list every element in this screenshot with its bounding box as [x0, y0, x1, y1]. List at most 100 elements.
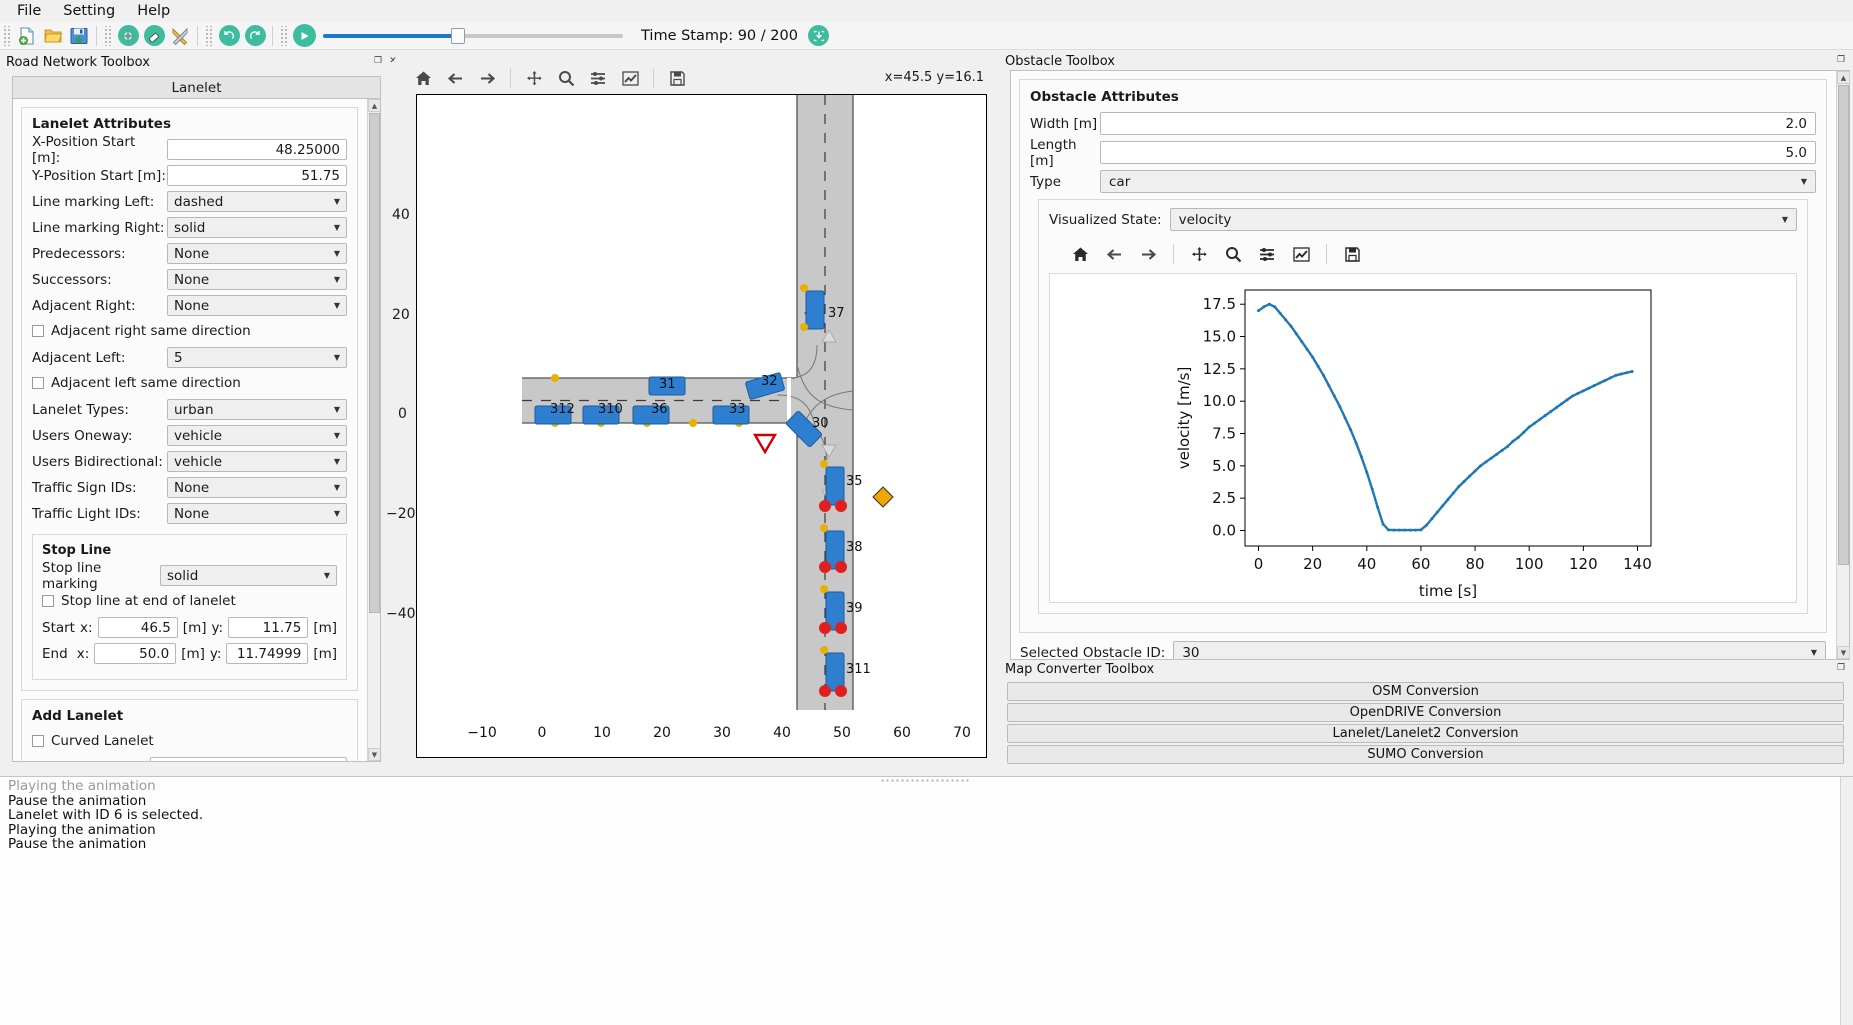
combo-selected-obstacle-id[interactable]: 30 ▼	[1173, 641, 1826, 659]
combo-predecessors[interactable]: None ▼	[167, 243, 347, 264]
console-line-0: Playing the animation	[8, 778, 156, 794]
checkbox-row-adjacent-right-same-direction[interactable]: Adjacent right same direction	[32, 321, 347, 341]
input-obstacle-length[interactable]: 5.0	[1100, 141, 1816, 164]
input-stop-line-end-x[interactable]: 50.0	[94, 643, 177, 664]
input-add-lanelet-length[interactable]: 10.0	[150, 757, 347, 761]
back-arrow-icon[interactable]	[1101, 241, 1127, 267]
scenario-map-svg[interactable]: 312 310 36 33 31 32 30 37 35 38 39 311 −…	[417, 95, 986, 757]
scroll-down-icon[interactable]: ▼	[368, 748, 380, 761]
scenario-map-canvas[interactable]: 312 310 36 33 31 32 30 37 35 38 39 311 −…	[416, 94, 987, 758]
toolbar-grip[interactable]	[3, 25, 11, 46]
checkbox-row-stop-line-at-end[interactable]: Stop line at end of lanelet	[42, 591, 337, 611]
undo-icon[interactable]	[216, 23, 242, 49]
zoom-magnifier-icon[interactable]	[553, 65, 579, 91]
scrollbar-thumb[interactable]	[1838, 85, 1849, 565]
new-file-icon[interactable]	[14, 23, 40, 49]
opendrive-conversion-button[interactable]: OpenDRIVE Conversion	[1007, 703, 1844, 722]
save-disk-icon[interactable]	[66, 23, 92, 49]
save-figure-icon[interactable]	[664, 65, 690, 91]
combo-stop-line-marking[interactable]: solid ▼	[160, 565, 337, 586]
left-panel-scrollbar[interactable]: ▲ ▼	[367, 99, 380, 761]
sumo-conversion-button[interactable]: SUMO Conversion	[1007, 745, 1844, 764]
scroll-up-icon[interactable]: ▲	[1837, 71, 1850, 84]
lanelet-conversion-button[interactable]: Lanelet/Lanelet2 Conversion	[1007, 724, 1844, 743]
redo-icon[interactable]	[242, 23, 268, 49]
combo-line-marking-right[interactable]: solid ▼	[167, 217, 347, 238]
left-dock-float-icon[interactable]: ❐	[372, 55, 384, 67]
map-converter-float-icon[interactable]: ❐	[1835, 662, 1847, 674]
input-stop-line-end-y[interactable]: 11.74999	[226, 643, 309, 664]
svg-text:38: 38	[846, 540, 863, 555]
scrollbar-thumb[interactable]	[369, 113, 380, 613]
timestamp-slider[interactable]	[323, 23, 623, 49]
toolbar-grip-4[interactable]	[280, 25, 288, 46]
input-y-position-start[interactable]: 51.75	[167, 165, 347, 186]
input-stop-line-start-x[interactable]: 46.5	[97, 617, 178, 638]
checkbox-curved-lanelet[interactable]	[32, 735, 44, 747]
forward-arrow-icon[interactable]	[474, 65, 500, 91]
checkbox-row-curved-lanelet[interactable]: Curved Lanelet	[32, 731, 347, 751]
input-stop-line-start-y[interactable]: 11.75	[228, 617, 309, 638]
combo-users-oneway[interactable]: vehicle ▼	[167, 425, 347, 446]
osm-conversion-button[interactable]: OSM Conversion	[1007, 682, 1844, 701]
toolbar-grip-2[interactable]	[104, 25, 112, 46]
combo-adjacent-right-value: None	[174, 297, 210, 314]
menu-bar: File Setting Help	[0, 0, 1853, 22]
pan-move-icon[interactable]	[1186, 241, 1212, 267]
configure-subplots-icon[interactable]	[585, 65, 611, 91]
checkbox-adjacent-right-same-direction[interactable]	[32, 325, 44, 337]
eraser-icon[interactable]	[141, 23, 167, 49]
edit-axis-icon[interactable]	[617, 65, 643, 91]
chevron-down-icon: ▼	[1810, 648, 1817, 657]
menu-item-setting[interactable]: Setting	[52, 1, 126, 21]
svg-text:312: 312	[550, 402, 575, 417]
zoom-magnifier-icon[interactable]	[1220, 241, 1246, 267]
slider-handle[interactable]	[451, 27, 465, 44]
label-adjacent-right: Adjacent Right:	[32, 297, 136, 314]
pan-move-icon[interactable]	[521, 65, 547, 91]
combo-lanelet-types[interactable]: urban ▼	[167, 399, 347, 420]
checkbox-stop-line-at-end[interactable]	[42, 595, 54, 607]
menu-item-help[interactable]: Help	[126, 1, 181, 21]
scroll-down-icon[interactable]: ▼	[1837, 646, 1850, 659]
open-folder-icon[interactable]	[40, 23, 66, 49]
edit-axis-icon[interactable]	[1288, 241, 1314, 267]
chevron-down-icon: ▼	[333, 197, 340, 206]
combo-line-marking-left[interactable]: dashed ▼	[167, 191, 347, 212]
back-arrow-icon[interactable]	[442, 65, 468, 91]
combo-traffic-light-ids[interactable]: None ▼	[167, 503, 347, 524]
save-figure-icon[interactable]	[1339, 241, 1365, 267]
velocity-chart[interactable]: 0.0 2.5 5.0 7.5 10.0 12.5 15.0 17.5 0 20 40 60 80 100…	[1049, 273, 1797, 603]
home-icon[interactable]	[1067, 241, 1093, 267]
combo-adjacent-left[interactable]: 5 ▼	[167, 347, 347, 368]
combo-obstacle-type[interactable]: car ▼	[1100, 170, 1816, 193]
input-x-position-start[interactable]: 48.25000	[167, 139, 347, 160]
crosshair-icon[interactable]	[115, 23, 141, 49]
obstacle-panel-scrollbar[interactable]: ▲ ▼	[1836, 71, 1850, 659]
combo-traffic-sign-ids[interactable]: None ▼	[167, 477, 347, 498]
forward-arrow-icon[interactable]	[1135, 241, 1161, 267]
label-end-x: x:	[76, 645, 90, 662]
combo-visualized-state[interactable]: velocity ▼	[1169, 208, 1797, 231]
toolbar-grip-3[interactable]	[205, 25, 213, 46]
menu-item-file[interactable]: File	[6, 1, 52, 21]
input-obstacle-width[interactable]: 2.0	[1100, 112, 1816, 135]
canvas-toolbar	[410, 64, 690, 92]
scroll-up-icon[interactable]: ▲	[368, 99, 380, 112]
combo-successors[interactable]: None ▼	[167, 269, 347, 290]
combo-users-bidirectional[interactable]: vehicle ▼	[167, 451, 347, 472]
label-stop-line-end: End	[42, 645, 68, 662]
console-scrollbar[interactable]	[1840, 777, 1853, 1025]
export-video-icon[interactable]	[806, 23, 832, 49]
checkbox-row-adjacent-left-same-direction[interactable]: Adjacent left same direction	[32, 373, 347, 393]
tools-icon[interactable]	[167, 23, 193, 49]
play-icon[interactable]	[291, 23, 317, 49]
checkbox-adjacent-left-same-direction[interactable]	[32, 377, 44, 389]
console-log-panel[interactable]: Playing the animation Pause the animatio…	[0, 776, 1853, 1025]
svg-text:30: 30	[713, 725, 731, 741]
combo-adjacent-right[interactable]: None ▼	[167, 295, 347, 316]
label-users-bidirectional: Users Bidirectional:	[32, 453, 163, 470]
svg-text:31: 31	[659, 377, 676, 392]
tab-lanelet[interactable]: Lanelet	[12, 76, 381, 98]
configure-subplots-icon[interactable]	[1254, 241, 1280, 267]
